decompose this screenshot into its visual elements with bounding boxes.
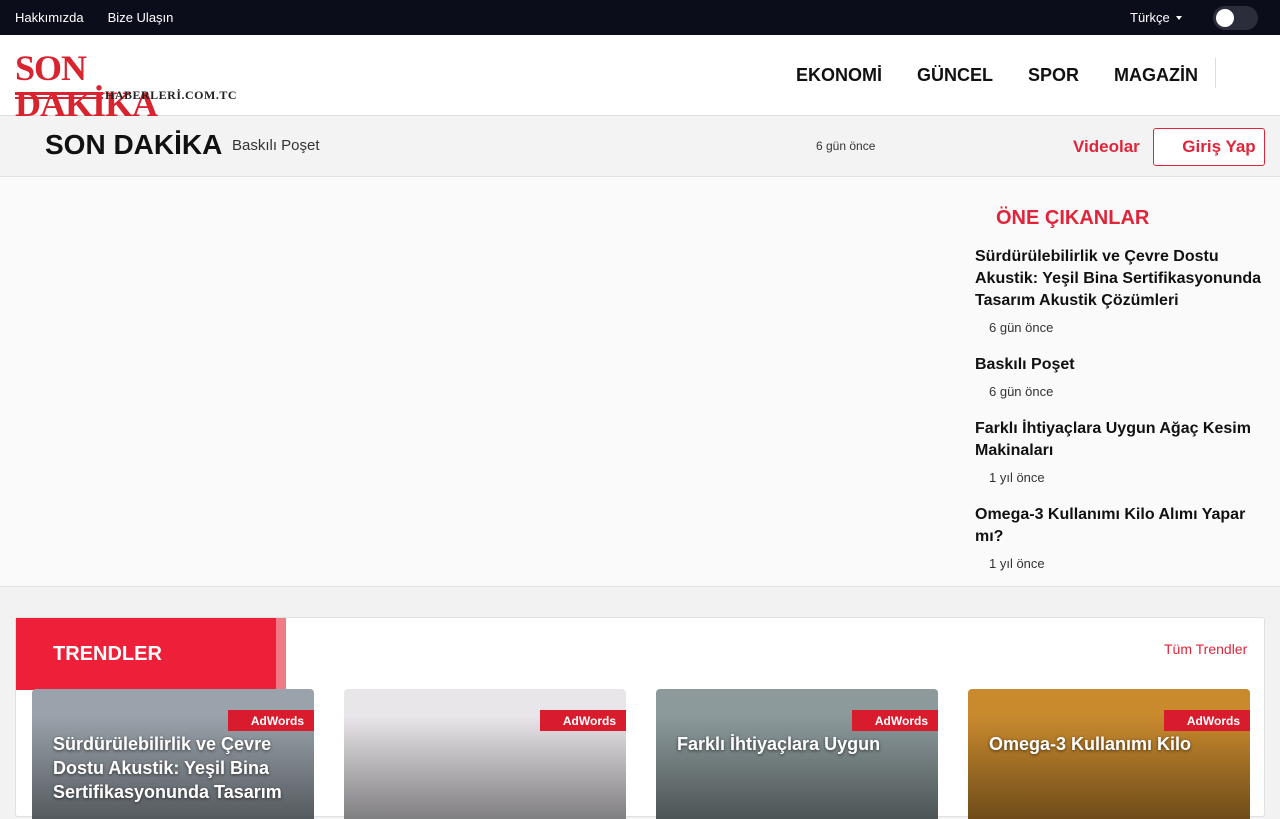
- card-title: Omega-3 Kullanımı Kilo: [989, 734, 1192, 754]
- caret-down-icon: [1175, 15, 1182, 20]
- breaking-headline[interactable]: Baskılı Poşet: [232, 137, 320, 154]
- all-trends-link[interactable]: Tüm Trendler: [1164, 641, 1247, 657]
- breaking-label: SON DAKİKA: [45, 129, 223, 160]
- top-bar: Hakkımızda Bize Ulaşın Türkçe: [0, 0, 1280, 35]
- featured-item-time: 6 gün önce: [989, 384, 1054, 399]
- main-nav: EKONOMİ GÜNCEL SPOR MAGAZİN: [796, 65, 1198, 86]
- card-title: Sürdürülebilirlik ve Çevre Dostu Akustik…: [53, 734, 282, 802]
- featured-item: Baskılı Poşet 6 gün önce: [975, 354, 1270, 399]
- toggle-knob: [1216, 9, 1234, 27]
- top-links: Hakkımızda Bize Ulaşın: [15, 10, 173, 25]
- trends-section: TRENDLER Tüm Trendler AdWords Sürdürüleb…: [15, 617, 1265, 819]
- breaking-time: 6 gün önce: [816, 139, 876, 153]
- site-logo[interactable]: SON DAKİKA HABERLERİ.COM.TC: [15, 50, 237, 122]
- nav-divider: [1215, 58, 1216, 88]
- featured-item: Farklı İhtiyaçlara Uygun Ağaç Kesim Maki…: [975, 418, 1270, 485]
- featured-item-title[interactable]: Farklı İhtiyaçlara Uygun Ağaç Kesim Maki…: [975, 418, 1270, 462]
- card-tag: AdWords: [228, 710, 314, 731]
- trends-title: TRENDLER: [53, 643, 162, 665]
- breaking-news-bar: SON DAKİKA Baskılı Poşet 6 gün önce Vide…: [0, 116, 1280, 177]
- featured-item-time: 1 yıl önce: [989, 470, 1045, 485]
- site-header: SON DAKİKA HABERLERİ.COM.TC EKONOMİ GÜNC…: [0, 35, 1280, 122]
- featured-item-title[interactable]: Sürdürülebilirlik ve Çevre Dostu Akustik…: [975, 246, 1270, 312]
- logo-sub-text: HABERLERİ.COM.TC: [105, 88, 238, 102]
- trends-tab-edge: [276, 618, 286, 690]
- featured-item-title[interactable]: Baskılı Poşet: [975, 354, 1270, 376]
- featured-item-time: 6 gün önce: [989, 320, 1054, 335]
- card-tag: AdWords: [540, 710, 626, 731]
- logo-stripe: [15, 92, 103, 95]
- login-button[interactable]: Giriş Yap: [1153, 128, 1265, 166]
- nav-ekonomi[interactable]: EKONOMİ: [796, 65, 882, 86]
- nav-guncel[interactable]: GÜNCEL: [917, 65, 993, 86]
- nav-spor[interactable]: SPOR: [1028, 65, 1079, 86]
- featured-item: Omega-3 Kullanımı Kilo Alımı Yapar mı? 1…: [975, 504, 1270, 571]
- card-title: Farklı İhtiyaçlara Uygun: [677, 734, 881, 754]
- nav-magazin[interactable]: MAGAZİN: [1114, 65, 1198, 86]
- featured-item-time: 1 yıl önce: [989, 556, 1045, 571]
- featured-item: Sürdürülebilirlik ve Çevre Dostu Akustik…: [975, 246, 1270, 335]
- language-label: Türkçe: [1130, 10, 1170, 25]
- contact-link[interactable]: Bize Ulaşın: [108, 10, 174, 25]
- logo-stripe-2: [15, 97, 103, 99]
- featured-item-title[interactable]: Omega-3 Kullanımı Kilo Alımı Yapar mı?: [975, 504, 1270, 548]
- language-selector[interactable]: Türkçe: [1130, 10, 1182, 25]
- logo-main-text: SON DAKİKA: [15, 48, 158, 124]
- featured-title: ÖNE ÇIKANLAR: [996, 207, 1150, 229]
- card-tag: AdWords: [852, 710, 938, 731]
- main-content: ÖNE ÇIKANLAR Sürdürülebilirlik ve Çevre …: [0, 177, 1280, 587]
- videos-link[interactable]: Videolar: [1073, 137, 1140, 157]
- dark-mode-toggle[interactable]: [1213, 6, 1258, 30]
- about-link[interactable]: Hakkımızda: [15, 10, 84, 25]
- card-tag: AdWords: [1164, 710, 1250, 731]
